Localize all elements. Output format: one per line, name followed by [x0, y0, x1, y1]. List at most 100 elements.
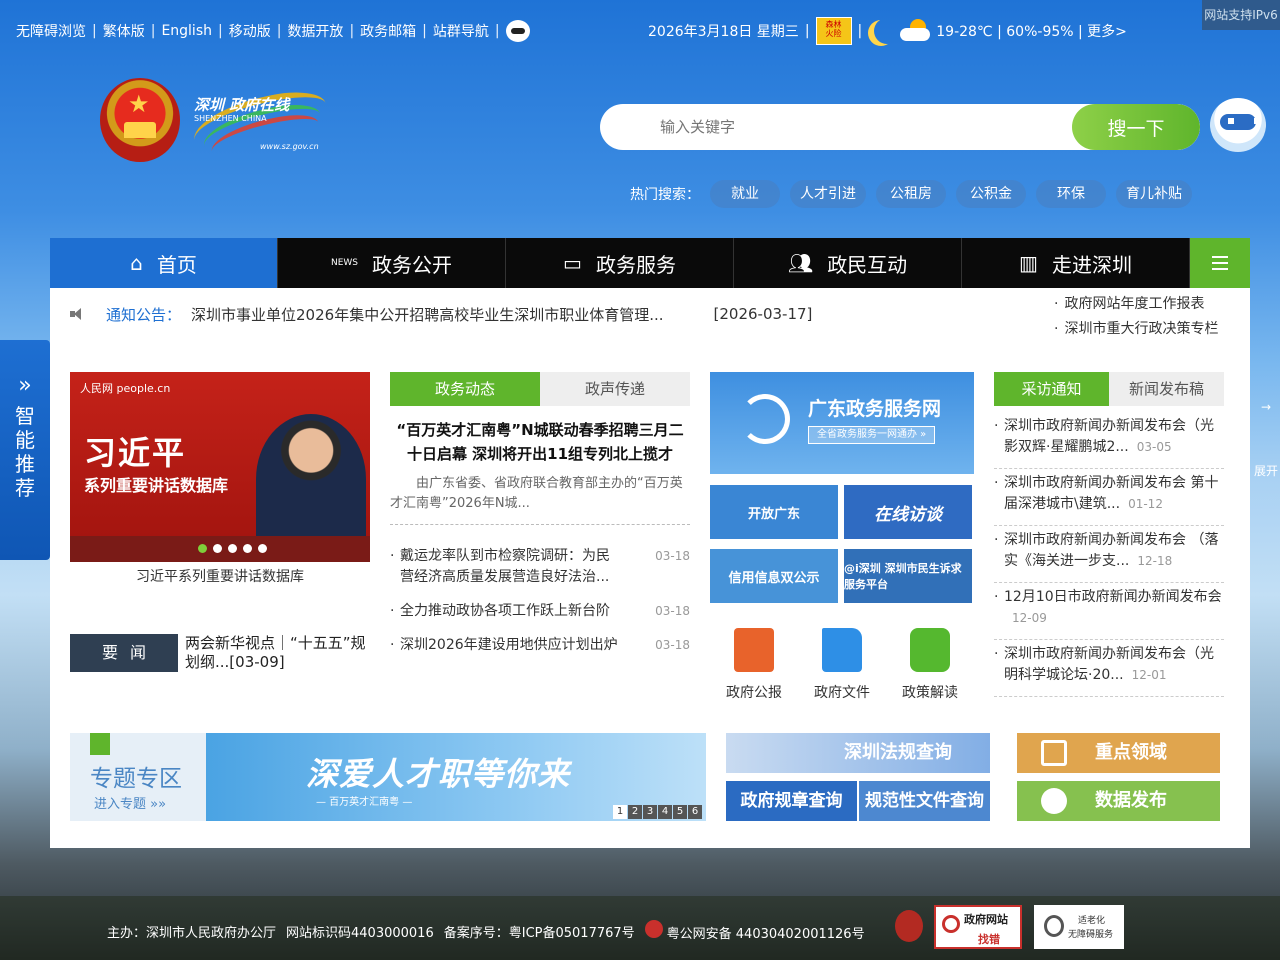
accessibility-link[interactable]: 无障碍浏览	[16, 21, 86, 41]
nav-interaction[interactable]: 👥︎ 政民互动	[734, 238, 962, 288]
temperature-text[interactable]: 19-28℃ | 60%-95% | 更多>	[936, 21, 1127, 41]
menu-button[interactable]	[1190, 238, 1250, 288]
list-item[interactable]: 深圳2026年建设用地供应计划出炉 03-18	[390, 635, 690, 656]
speech-carousel[interactable]: 人民网 people.cn 习近平 系列重要讲话数据库	[70, 372, 370, 562]
mobile-link[interactable]: 移动版	[229, 21, 271, 41]
gazette-icon	[734, 628, 774, 672]
hot-chip[interactable]: 环保	[1036, 180, 1106, 208]
notice-bar: 通知公告： 深圳市事业单位2026年集中公开招聘高校毕业生深圳市职业体育管理..…	[70, 302, 812, 326]
expand-button[interactable]: → 展开	[1252, 400, 1280, 478]
online-interview-tile[interactable]: 在线访谈	[844, 485, 972, 539]
separator: |	[276, 23, 282, 39]
magnifier-icon	[942, 915, 960, 933]
list-item[interactable]: 全力推动政协各项工作跃上新台阶 03-18	[390, 601, 690, 622]
press-list: 深圳市政府新闻办新闻发布会（光影双辉·星耀鹏城2...03-05 深圳市政府新闻…	[994, 412, 1224, 697]
special-topic-banner[interactable]: 专题专区 进入专题 »»	[70, 733, 206, 821]
press-title: 12月10日市政府新闻办新闻发布会	[1004, 589, 1222, 605]
elderly-accessibility-badge[interactable]: 适老化 无障碍服务	[1034, 905, 1124, 949]
carousel-dot[interactable]	[213, 544, 222, 553]
law-query-button[interactable]: 深圳法规查询	[726, 733, 990, 773]
yaowen-link[interactable]: 两会新华视点｜“十五五”规划纲...[03-09]	[185, 634, 375, 672]
robot-small-icon[interactable]	[505, 20, 530, 42]
page-dot[interactable]: 4	[658, 805, 672, 819]
carousel-caption[interactable]: 习近平系列重要讲话数据库	[70, 566, 370, 586]
site-nav-link[interactable]: 站群导航	[433, 21, 489, 41]
home-icon: ⌂	[130, 251, 143, 275]
hot-chip[interactable]: 公积金	[956, 180, 1026, 208]
nav-home[interactable]: ⌂ 首页	[50, 238, 278, 288]
tab-press-release[interactable]: 新闻发布稿	[1109, 372, 1224, 406]
page-dot[interactable]: 6	[688, 805, 702, 819]
separator: |	[92, 23, 97, 39]
gov-file-link[interactable]: 政府文件	[802, 622, 882, 702]
data-release-button[interactable]: 数据发布	[1017, 781, 1220, 821]
hot-chip[interactable]: 就业	[710, 180, 780, 208]
footer-icp[interactable]: 备案序号：粤ICP备05017767号	[444, 922, 635, 941]
fire-warning-icon[interactable]: 森林 火险	[815, 17, 852, 45]
notice-link[interactable]: 深圳市事业单位2026年集中公开招聘高校毕业生深圳市职业体育管理...	[191, 304, 663, 325]
hot-chip[interactable]: 公租房	[876, 180, 946, 208]
open-data-link[interactable]: 数据开放	[287, 21, 343, 41]
bookmark-icon	[90, 733, 110, 755]
nav-about-sz[interactable]: ▥ 走进深圳	[962, 238, 1190, 288]
list-item[interactable]: 深圳市政府新闻办新闻发布会（光明科学城论坛·20...12-01	[994, 640, 1224, 697]
page-dot[interactable]: 3	[643, 805, 657, 819]
talent-banner[interactable]: 深爱人才职等你来 — 百万英才汇南粤 — 1 2 3 4 5 6	[206, 733, 706, 821]
headline-link[interactable]: “百万英才汇南粤”N城联动春季招聘三月二十日启幕 深圳将开出11组专列北上揽才	[390, 418, 690, 466]
carousel-dot[interactable]	[198, 544, 207, 553]
list-item[interactable]: 深圳市政府新闻办新闻发布会 第十届深港城市\建筑...01-12	[994, 469, 1224, 526]
search-button[interactable]: 搜一下	[1072, 104, 1200, 150]
find-error-badge[interactable]: 政府网站 找错	[934, 905, 1022, 949]
tab-interview-notice[interactable]: 采访通知	[994, 372, 1109, 406]
news-date: 03-18	[655, 604, 690, 618]
carousel-dot[interactable]	[243, 544, 252, 553]
policy-interpret-link[interactable]: 政策解读	[890, 622, 970, 702]
guangdong-service-banner[interactable]: 广东政务服务网 全省政务服务一网通办 »	[710, 372, 974, 474]
news-list: 戴运龙率队到市检察院调研：为民营经济高质量发展营造良好法治... 03-18 全力…	[390, 546, 690, 669]
i-shenzhen-tile[interactable]: @i深圳 深圳市民生诉求服务平台	[844, 549, 972, 603]
traditional-link[interactable]: 繁体版	[103, 21, 145, 41]
tab-voice[interactable]: 政声传递	[540, 372, 690, 406]
list-item[interactable]: 深圳市政府新闻办新闻发布会 （落实《海关进一步支...12-18	[994, 526, 1224, 583]
cloud-sun-icon	[900, 19, 931, 43]
credit-info-tile[interactable]: 信用信息双公示	[710, 549, 838, 603]
page-dot[interactable]: 5	[673, 805, 687, 819]
list-item[interactable]: 深圳市政府新闻办新闻发布会（光影双辉·星耀鹏城2...03-05	[994, 412, 1224, 469]
key-areas-button[interactable]: 重点领域	[1017, 733, 1220, 773]
hot-chip[interactable]: 人才引进	[790, 180, 866, 208]
robot-assistant-icon[interactable]	[1210, 98, 1266, 152]
smart-recommend-tab[interactable]: » 智能推荐	[0, 340, 50, 560]
news-date: 03-18	[655, 549, 690, 563]
tab-gov-news[interactable]: 政务动态	[390, 372, 540, 406]
banner-button[interactable]: 全省政务服务一网通办 »	[808, 426, 936, 444]
list-item[interactable]: 12月10日市政府新闻办新闻发布会 12-09	[994, 583, 1224, 640]
party-gov-icon[interactable]	[895, 910, 923, 942]
gov-gazette-link[interactable]: 政府公报	[714, 622, 794, 702]
footer-police[interactable]: 粤公网安备 44030402001126号	[644, 920, 865, 942]
grid-icon	[1041, 740, 1067, 766]
press-title: 深圳市政府新闻办新闻发布会 第十届深港城市\建筑...	[1004, 475, 1219, 512]
press-date: 01-12	[1128, 497, 1163, 511]
gov-mail-link[interactable]: 政务邮箱	[360, 21, 416, 41]
list-item[interactable]: 戴运龙率队到市检察院调研：为民营经济高质量发展营造良好法治... 03-18	[390, 546, 690, 588]
shenzhen-logo[interactable]: 深圳 政府在线 SHENZHEN CHINA www.sz.gov.cn	[188, 84, 332, 166]
nav-gov-service[interactable]: ▭ 政务服务	[506, 238, 734, 288]
regulation-query-button[interactable]: 政府规章查询	[726, 781, 857, 821]
side-links: 政府网站年度工作报表 深圳市重大行政决策专栏	[1054, 292, 1218, 342]
side-link[interactable]: 政府网站年度工作报表	[1054, 292, 1218, 317]
english-link[interactable]: English	[161, 23, 212, 39]
pie-chart-icon	[1041, 788, 1067, 814]
page-dot[interactable]: 1	[613, 805, 627, 819]
side-link[interactable]: 深圳市重大行政决策专栏	[1054, 317, 1218, 342]
carousel-dot[interactable]	[228, 544, 237, 553]
weather-bar: 2026年3月18日 星期三 | 森林 火险 | 19-28℃ | 60%-95% |…	[648, 17, 1127, 45]
nav-label: 政务服务	[595, 252, 676, 277]
search-input[interactable]	[600, 104, 1072, 150]
age-a: 适老化	[1078, 916, 1106, 926]
page-dot[interactable]: 2	[628, 805, 642, 819]
normative-file-button[interactable]: 规范性文件查询	[859, 781, 990, 821]
nav-gov-open[interactable]: NEWS 政务公开	[278, 238, 506, 288]
carousel-dot[interactable]	[258, 544, 267, 553]
open-guangdong-tile[interactable]: 开放广东	[710, 485, 838, 539]
hot-chip[interactable]: 育儿补贴	[1116, 180, 1192, 208]
